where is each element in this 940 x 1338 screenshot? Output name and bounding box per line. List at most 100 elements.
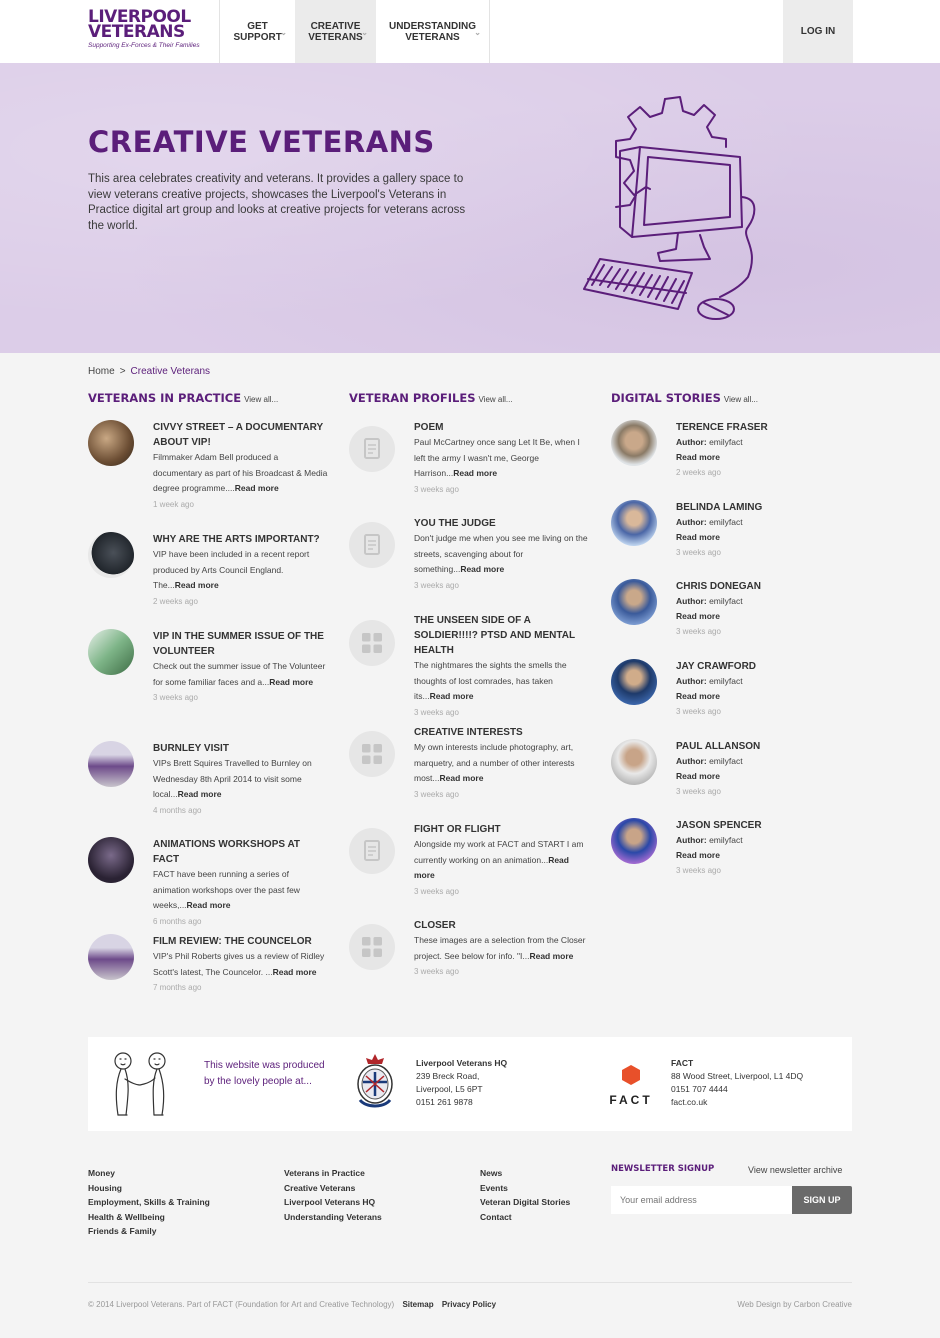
hq-street: 239 Breck Road, [416,1071,480,1081]
fact-url[interactable]: fact.co.uk [671,1096,803,1109]
footer-link[interactable]: Understanding Veterans [284,1210,382,1225]
item-title[interactable]: BELINDA LAMING [676,500,851,515]
document-icon[interactable] [349,522,395,568]
footer-link[interactable]: Friends & Family [88,1224,210,1239]
view-all-link[interactable]: View all... [479,395,513,404]
view-all-link[interactable]: View all... [244,395,278,404]
privacy-link[interactable]: Privacy Policy [442,1300,496,1309]
crest-logo[interactable] [354,1052,396,1110]
read-more-link[interactable]: Read more [273,967,317,977]
thumbnail-image[interactable] [88,532,134,578]
read-more-link[interactable]: Read more [453,468,497,478]
footer-link[interactable]: Money [88,1166,210,1181]
item-title[interactable]: POEM [414,420,589,435]
newsletter-archive-link[interactable]: View newsletter archive [748,1165,842,1175]
item-title[interactable]: CIVVY STREET – A DOCUMENTARY ABOUT VIP! [153,420,328,450]
fact-logo[interactable]: FACT [606,1065,656,1107]
footer-link[interactable]: Veterans in Practice [284,1166,382,1181]
read-more-link[interactable]: Read more [178,789,222,799]
item-title[interactable]: JAY CRAWFORD [676,659,851,674]
fact-name[interactable]: FACT [671,1057,803,1070]
item-title[interactable]: VIP IN THE SUMMER ISSUE OF THE VOLUNTEER [153,629,328,659]
login-button[interactable]: LOG IN [783,0,853,63]
item-title[interactable]: BURNLEY VISIT [153,741,328,756]
nav-creative-veterans[interactable]: CREATIVE VETERANS ⌄ [295,0,376,63]
item-date: 3 weeks ago [414,789,459,799]
avatar[interactable] [611,739,657,785]
logo-line-2: VETERANS [88,22,185,42]
item-title[interactable]: CHRIS DONEGAN [676,579,851,594]
footer-link[interactable]: Liverpool Veterans HQ [284,1195,382,1210]
item-date: 3 weeks ago [676,707,721,716]
document-icon[interactable] [349,426,395,472]
avatar[interactable] [611,579,657,625]
read-more-link[interactable]: Read more [430,691,474,701]
footer-links-support: Money Housing Employment, Skills & Train… [88,1166,210,1239]
signup-button[interactable]: SIGN UP [792,1186,852,1214]
thumbnail-image[interactable] [88,837,134,883]
item-title[interactable]: FIGHT OR FLIGHT [414,822,589,837]
sitemap-link[interactable]: Sitemap [402,1300,433,1309]
read-more-link[interactable]: Read more [676,848,851,863]
logo-tagline: Supporting Ex-Forces & Their Families [88,42,200,49]
read-more-link[interactable]: Read more [269,677,313,687]
item-title[interactable]: CREATIVE INTERESTS [414,725,589,740]
read-more-link[interactable]: Read more [187,900,231,910]
read-more-link[interactable]: Read more [235,483,279,493]
breadcrumb-current[interactable]: Creative Veterans [131,366,211,377]
thumbnail-image[interactable] [88,741,134,787]
footer-link[interactable]: Employment, Skills & Training [88,1195,210,1210]
footer-link[interactable]: Creative Veterans [284,1181,382,1196]
read-more-link[interactable]: Read more [175,580,219,590]
nav-get-support[interactable]: GET SUPPORT ⌄ [220,0,295,63]
author-name: emilyfact [709,437,743,447]
breadcrumb-home[interactable]: Home [88,366,115,377]
read-more-link[interactable]: Read more [676,530,851,545]
thumbnail-image[interactable] [88,934,134,980]
avatar[interactable] [611,659,657,705]
hq-name[interactable]: Liverpool Veterans HQ [416,1057,507,1070]
read-more-link[interactable]: Read more [529,951,573,961]
avatar[interactable] [611,500,657,546]
copyright-text: © 2014 Liverpool Veterans. Part of FACT … [88,1300,395,1309]
item-title[interactable]: YOU THE JUDGE [414,516,589,531]
read-more-link[interactable]: Read more [440,773,484,783]
email-input[interactable] [611,1186,792,1214]
footer-link[interactable]: Health & Wellbeing [88,1210,210,1225]
footer-link[interactable]: Housing [88,1181,210,1196]
item-title[interactable]: ANIMATIONS WORKSHOPS AT FACT [153,837,328,867]
gallery-icon[interactable] [349,731,395,777]
hq-city: Liverpool, L5 6PT [416,1084,483,1094]
item-title[interactable]: CLOSER [414,918,589,933]
gallery-icon[interactable] [349,620,395,666]
nav-understanding-veterans[interactable]: UNDERSTANDING VETERANS ⌄ [376,0,489,63]
read-more-link[interactable]: Read more [676,609,851,624]
item-date: 6 months ago [153,916,202,926]
avatar[interactable] [611,818,657,864]
view-all-link[interactable]: View all... [724,395,758,404]
item-title[interactable]: THE UNSEEN SIDE OF A SOLDIER!!!!? PTSD A… [414,613,589,658]
item-excerpt: FACT have been running a series of anima… [153,867,328,914]
footer-link[interactable]: Contact [480,1210,570,1225]
author-name: emilyfact [709,756,743,766]
footer-link[interactable]: Events [480,1181,570,1196]
item-title[interactable]: JASON SPENCER [676,818,851,833]
footer-link[interactable]: News [480,1166,570,1181]
document-icon[interactable] [349,828,395,874]
site-logo[interactable]: LIVERPOOL VETERANS Supporting Ex-Forces … [88,9,220,54]
item-excerpt: These images are a selection from the Cl… [414,933,589,964]
item-title[interactable]: WHY ARE THE ARTS IMPORTANT? [153,532,328,547]
item-title[interactable]: FILM REVIEW: THE COUNCELOR [153,934,328,949]
item-title[interactable]: TERENCE FRASER [676,420,851,435]
thumbnail-image[interactable] [88,629,134,675]
read-more-link[interactable]: Read more [676,689,851,704]
design-credit[interactable]: Web Design by Carbon Creative [737,1300,852,1309]
thumbnail-image[interactable] [88,420,134,466]
gallery-icon[interactable] [349,924,395,970]
read-more-link[interactable]: Read more [676,769,851,784]
avatar[interactable] [611,420,657,466]
item-title[interactable]: PAUL ALLANSON [676,739,851,754]
footer-link[interactable]: Veteran Digital Stories [480,1195,570,1210]
read-more-link[interactable]: Read more [460,564,504,574]
read-more-link[interactable]: Read more [676,450,851,465]
